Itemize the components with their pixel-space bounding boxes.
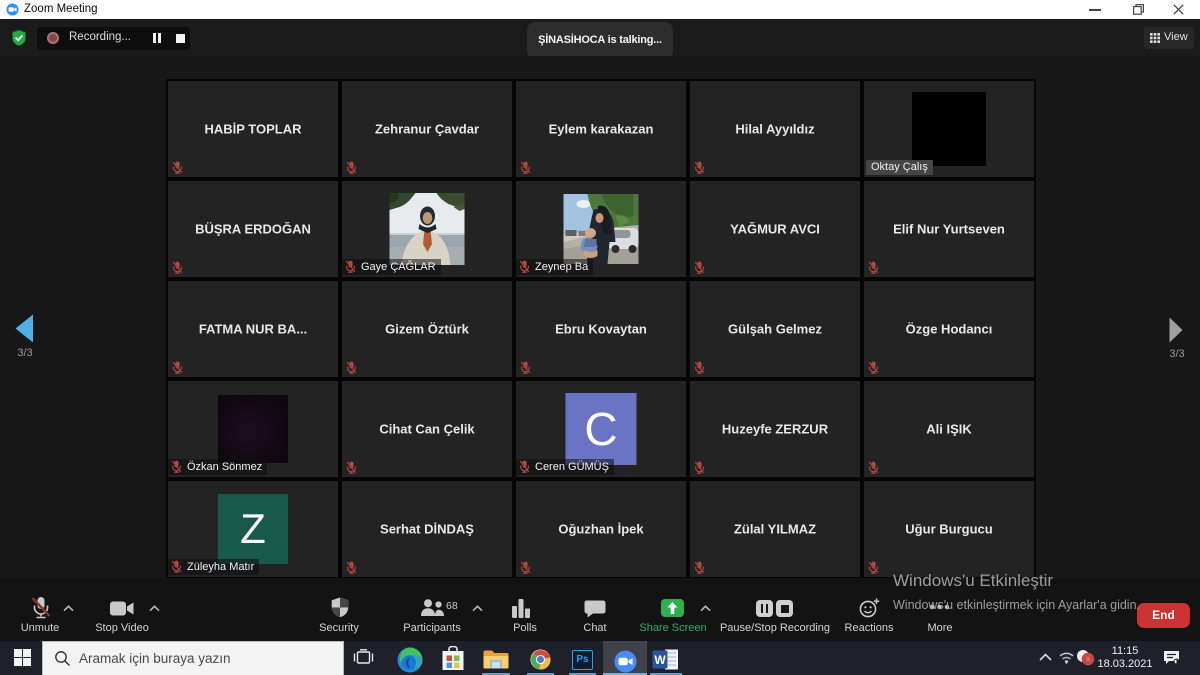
svg-text:W: W — [654, 653, 666, 667]
